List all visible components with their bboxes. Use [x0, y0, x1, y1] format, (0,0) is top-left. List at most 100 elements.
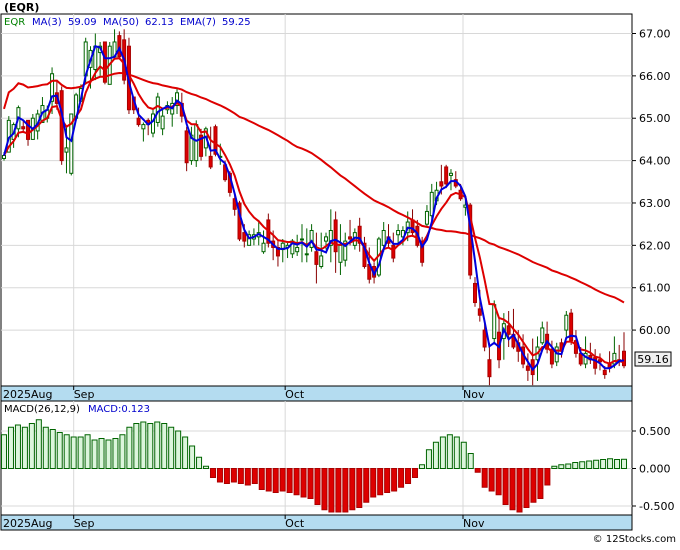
macd-bar-positive [203, 465, 210, 469]
price-y-tick-label: 65.00 [639, 112, 671, 125]
candle [155, 92, 160, 127]
macd-bar-negative [370, 468, 377, 498]
macd-bar-positive [35, 419, 42, 469]
chart-root: (EQR) EQR MA(3) 59.09 MA(50) 62.13 EMA(7) 59.2… [0, 0, 680, 546]
macd-bar-negative [244, 468, 251, 486]
macd-bar-negative [342, 468, 349, 513]
macd-bar-positive [147, 423, 154, 469]
macd-bar-positive [189, 445, 196, 469]
candle-body-up [319, 255, 324, 268]
macd-bar-negative [286, 468, 293, 493]
macd-bar-negative [335, 468, 342, 513]
macd-x-axis-band [0, 514, 633, 531]
candle-body-down [59, 90, 64, 162]
macd-bar-positive [154, 421, 161, 469]
legend-item: EMA(7) [180, 17, 216, 28]
macd-bar-negative [349, 468, 356, 511]
macd-bar-negative [209, 468, 216, 478]
candle-body-down [242, 232, 247, 242]
macd-bar-positive [105, 439, 112, 469]
macd-bar-positive [161, 423, 168, 469]
candle-body-up [299, 238, 304, 241]
candle-body-up [150, 113, 155, 134]
macd-bar-negative [356, 468, 363, 508]
macd-bar-positive [0, 434, 8, 469]
candle-body-down [136, 117, 141, 126]
macd-bar-negative [265, 468, 272, 492]
candle [59, 86, 64, 165]
macd-bar-negative [495, 468, 502, 496]
last-price-tag: 59.16 [634, 351, 672, 367]
candle-body-up [194, 124, 199, 162]
macd-bar-negative [398, 468, 405, 488]
macd-bar-positive [21, 426, 28, 469]
macd-bar-positive [42, 426, 49, 469]
candle-body-down [506, 325, 511, 335]
candle-body-up [2, 155, 6, 159]
macd-bar-positive [112, 438, 119, 469]
macd-x-tick-label: Sep [74, 517, 95, 530]
macd-bar-positive [551, 465, 558, 469]
macd-bar-positive [70, 436, 77, 469]
macd-bar-positive [14, 424, 21, 469]
macd-x-tick-label: Oct [285, 517, 305, 530]
macd-bar-negative [481, 468, 488, 488]
macd-bar-positive [126, 426, 133, 469]
macd-bar-positive [432, 441, 439, 469]
price-y-tick-label: 60.00 [639, 324, 671, 337]
candle-body-down [348, 236, 353, 240]
candle-body-down [487, 359, 492, 378]
macd-bar-negative [314, 468, 321, 505]
candle-body-up [160, 115, 165, 130]
candle-body-down [473, 282, 478, 304]
candle-body-up [304, 253, 309, 256]
candle-body-up [564, 314, 569, 331]
price-x-tick-label: Sep [74, 388, 95, 401]
macd-bar-negative [384, 468, 391, 493]
macd-bar-positive [84, 434, 91, 469]
macd-bar-positive [49, 429, 56, 469]
macd-bar-positive [196, 456, 203, 469]
macd-bar-negative [405, 468, 412, 484]
footer-credit: © 12Stocks.com [593, 534, 676, 545]
candle-body-up [155, 96, 160, 123]
macd-bar-negative [230, 468, 237, 483]
candle-body-down [578, 352, 583, 365]
macd-bar-positive [77, 436, 84, 469]
candle-body-down [439, 181, 444, 187]
macd-bar-positive [586, 460, 593, 469]
macd-bar-positive [446, 434, 453, 469]
macd-bar-positive [600, 459, 607, 469]
macd-bar-negative [216, 468, 223, 483]
candle-body-down [184, 130, 189, 164]
macd-panel: MACD(26,12,9) MACD:0.123 0.500 0.000 -0.50… [0, 400, 674, 531]
macd-bar-positive [175, 430, 182, 469]
macd-bar-positive [418, 464, 425, 469]
macd-bar-positive [558, 464, 565, 469]
macd-bar-negative [237, 468, 244, 484]
price-x-tick-label: 2025Aug [3, 388, 52, 401]
price-x-tick-label: Oct [285, 388, 305, 401]
candle-body-up [338, 244, 343, 263]
legend-item: EQR [4, 17, 25, 28]
macd-bar-negative [258, 468, 265, 490]
macd-bar-positive [614, 459, 621, 469]
legend-item: MA(3) [32, 17, 62, 28]
macd-bar-positive [133, 423, 140, 469]
price-y-tick-label: 66.00 [639, 70, 671, 83]
macd-bar-positive [425, 449, 432, 469]
macd-bar-positive [593, 459, 600, 469]
candle-body-up [324, 236, 329, 242]
macd-bar-positive [28, 423, 35, 469]
candle-body-down [622, 350, 626, 367]
candle-body-up [64, 147, 69, 153]
macd-y-tick-label: -0.500 [639, 500, 674, 513]
macd-bar-negative [300, 468, 307, 498]
legend-item: 59.25 [222, 17, 251, 28]
macd-bar-positive [140, 421, 147, 469]
macd-bar-negative [537, 468, 544, 499]
candle-body-up [295, 246, 300, 253]
macd-bar-positive [579, 461, 586, 469]
candle-body-down [444, 166, 449, 185]
candle-body-up [540, 327, 545, 344]
